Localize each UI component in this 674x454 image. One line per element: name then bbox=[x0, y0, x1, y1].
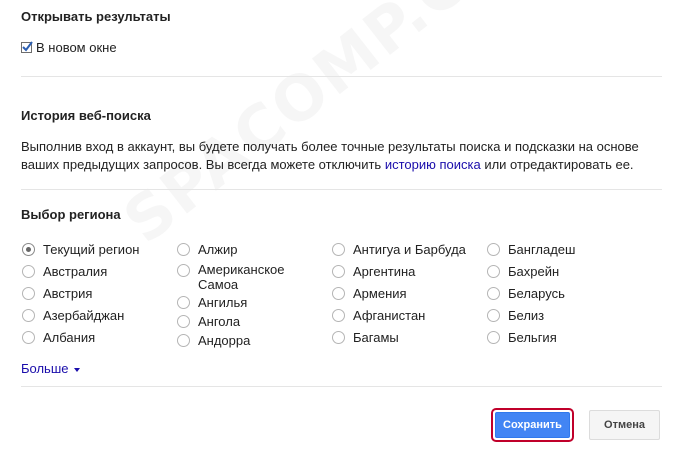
region-radio[interactable] bbox=[487, 243, 500, 256]
region-label: Алжир bbox=[198, 242, 238, 257]
divider bbox=[21, 386, 662, 387]
region-label: Ангилья bbox=[198, 295, 248, 310]
region-label: Белиз bbox=[508, 308, 545, 323]
region-radio[interactable] bbox=[177, 334, 190, 347]
region-radio[interactable] bbox=[177, 296, 190, 309]
watermark: SPACOMP.COM bbox=[110, 0, 574, 258]
new-window-option[interactable]: В новом окне bbox=[21, 40, 117, 55]
region-radio[interactable] bbox=[332, 309, 345, 322]
region-option[interactable]: Текущий регион bbox=[22, 242, 139, 257]
region-option[interactable]: Албания bbox=[22, 330, 95, 345]
region-option[interactable]: Багамы bbox=[332, 330, 399, 345]
region-option[interactable]: Андорра bbox=[177, 333, 250, 348]
region-label: Австралия bbox=[43, 264, 108, 279]
region-option[interactable]: Аргентина bbox=[332, 264, 415, 279]
region-label: Афганистан bbox=[353, 308, 426, 323]
new-window-checkbox[interactable] bbox=[21, 41, 33, 53]
region-label: Аргентина bbox=[353, 264, 416, 279]
cancel-button[interactable]: Отмена bbox=[589, 410, 660, 440]
more-label: Больше bbox=[21, 361, 69, 376]
checkmark-icon bbox=[22, 41, 33, 52]
region-radio[interactable] bbox=[22, 287, 35, 300]
region-radio[interactable] bbox=[22, 309, 35, 322]
new-window-label: В новом окне bbox=[36, 40, 117, 55]
region-label: Бангладеш bbox=[508, 242, 576, 257]
region-radio[interactable] bbox=[487, 331, 500, 344]
region-label: Бахрейн bbox=[508, 264, 560, 279]
search-history-link[interactable]: историю поиска bbox=[385, 157, 481, 172]
save-button[interactable]: Сохранить bbox=[495, 412, 570, 438]
region-radio[interactable] bbox=[487, 265, 500, 278]
region-title: Выбор региона bbox=[21, 207, 121, 222]
region-radio[interactable] bbox=[22, 265, 35, 278]
region-radio[interactable] bbox=[332, 265, 345, 278]
region-label: Ангола bbox=[198, 314, 241, 329]
region-radio[interactable] bbox=[487, 287, 500, 300]
region-option[interactable]: Азербайджан bbox=[22, 308, 124, 323]
region-radio[interactable] bbox=[177, 315, 190, 328]
region-radio[interactable] bbox=[332, 243, 345, 256]
region-label: Беларусь bbox=[508, 286, 565, 301]
region-radio[interactable] bbox=[332, 287, 345, 300]
region-radio[interactable] bbox=[332, 331, 345, 344]
region-option[interactable]: Армения bbox=[332, 286, 407, 301]
search-settings-page: SPACOMP.COM Открывать результаты В новом… bbox=[0, 0, 674, 454]
region-option[interactable]: Алжир bbox=[177, 242, 237, 257]
region-option[interactable]: Беларусь bbox=[487, 286, 565, 301]
region-label: Багамы bbox=[353, 330, 399, 345]
more-regions-link[interactable]: Больше bbox=[21, 361, 80, 376]
region-label: Армения bbox=[353, 286, 407, 301]
region-radio[interactable] bbox=[22, 243, 35, 256]
region-label: Американское Самоа bbox=[198, 262, 285, 292]
region-option[interactable]: Афганистан bbox=[332, 308, 425, 323]
region-option[interactable]: Бахрейн bbox=[487, 264, 559, 279]
open-results-title: Открывать результаты bbox=[21, 9, 171, 24]
divider bbox=[21, 189, 662, 190]
region-label: Текущий регион bbox=[43, 242, 140, 257]
region-label: Албания bbox=[43, 330, 96, 345]
region-label: Бельгия bbox=[508, 330, 557, 345]
region-option[interactable]: Австрия bbox=[22, 286, 92, 301]
divider bbox=[21, 76, 662, 77]
region-radio[interactable] bbox=[177, 243, 190, 256]
region-option[interactable]: Австралия bbox=[22, 264, 107, 279]
history-text-part2: или отредактировать ее. bbox=[480, 157, 634, 172]
region-label: Австрия bbox=[43, 286, 93, 301]
region-label: Андорра bbox=[198, 333, 251, 348]
region-option[interactable]: Американское Самоа bbox=[177, 262, 297, 292]
region-option[interactable]: Антигуа и Барбуда bbox=[332, 242, 466, 257]
search-history-title: История веб-поиска bbox=[21, 108, 151, 123]
region-label: Антигуа и Барбуда bbox=[353, 242, 466, 257]
region-option[interactable]: Бельгия bbox=[487, 330, 557, 345]
region-radio[interactable] bbox=[177, 264, 190, 277]
caret-down-icon bbox=[73, 367, 80, 372]
region-option[interactable]: Белиз bbox=[487, 308, 544, 323]
region-option[interactable]: Ангола bbox=[177, 314, 240, 329]
region-option[interactable]: Ангилья bbox=[177, 295, 247, 310]
region-radio[interactable] bbox=[487, 309, 500, 322]
region-label: Азербайджан bbox=[43, 308, 125, 323]
region-option[interactable]: Бангладеш bbox=[487, 242, 575, 257]
region-radio[interactable] bbox=[22, 331, 35, 344]
search-history-description: Выполнив вход в аккаунт, вы будете получ… bbox=[21, 138, 651, 174]
